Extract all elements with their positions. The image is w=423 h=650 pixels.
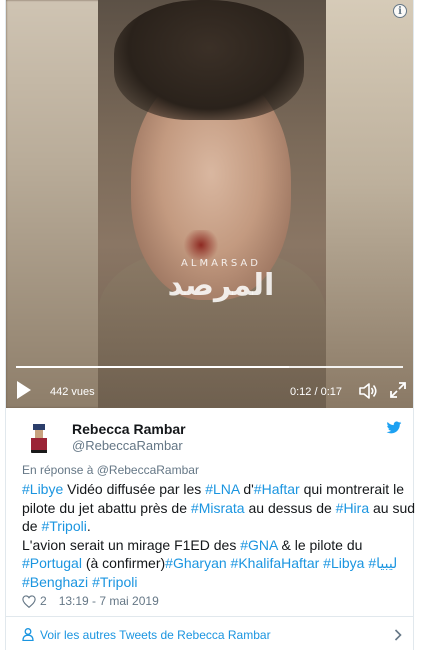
hashtag-link[interactable]: #Tripoli (41, 518, 86, 534)
tweet-text-fragment: & le pilote du (277, 536, 363, 553)
embedded-tweet-card: ALMARSAD المرصد i 442 vues 0:12 / 0:17 R… (5, 0, 415, 650)
hashtag-link[interactable]: #LNA (205, 481, 239, 497)
tweet-text-fragment: de (22, 518, 42, 534)
video-blur-right (318, 0, 413, 408)
tweet-text: #Libye Vidéo diffusée par les #LNA d'#Ha… (22, 480, 415, 592)
hashtag-link[interactable]: #Portugal (22, 555, 82, 571)
watermark-arabic: المرصد (167, 268, 275, 303)
video-progress-fill (16, 366, 290, 368)
hashtag-link[interactable]: #Tripoli (92, 574, 137, 590)
hashtag-link[interactable]: #Hira (336, 500, 369, 516)
more-tweets-label[interactable]: Voir les autres Tweets de Rebecca Rambar (40, 628, 271, 642)
tweet-text-fragment: . (86, 518, 91, 534)
video-subject-hair (114, 0, 304, 120)
video-time: 0:12 / 0:17 (290, 386, 342, 398)
tweet-meta: 2 13:19 - 7 mai 2019 (22, 594, 159, 608)
video-controls: 442 vues 0:12 / 0:17 (6, 374, 413, 408)
hashtag-link[interactable]: #KhalifaHaftar (231, 555, 320, 571)
tweet-text-fragment: Vidéo diffusée par les (63, 481, 206, 497)
tweet-text-fragment: qui montrerait le (299, 481, 404, 497)
tweet-text-fragment: au sud (369, 499, 416, 516)
video-player[interactable]: ALMARSAD المرصد i 442 vues 0:12 / 0:17 (6, 0, 413, 408)
tweet-timestamp[interactable]: 13:19 - 7 mai 2019 (59, 594, 159, 608)
hashtag-link[interactable]: #Benghazi (22, 574, 88, 590)
divider (6, 616, 413, 617)
twitter-bird-icon[interactable] (386, 421, 402, 435)
heart-icon[interactable] (22, 594, 36, 608)
video-blur-left (6, 0, 101, 408)
tweet-text-fragment: L'avion serait un mirage F1ED des (22, 536, 241, 553)
tweet-line: pilote du jet abattu près de #Misrata au… (22, 499, 415, 518)
tweet-line: L'avion serait un mirage F1ED des #GNA &… (22, 536, 397, 555)
author-handle[interactable]: @RebeccaRambar (72, 438, 183, 453)
hashtag-link[interactable]: #Misrata (191, 500, 245, 516)
hashtag-link[interactable]: #Haftar (254, 481, 300, 497)
chevron-right-icon[interactable] (394, 629, 402, 641)
tweet-line: de #Tripoli. (22, 517, 397, 536)
like-count[interactable]: 2 (40, 594, 47, 608)
tweet-author[interactable]: Rebecca Rambar @RebeccaRambar (22, 419, 402, 459)
tweet-text-fragment: d' (239, 481, 254, 497)
tweet-text-fragment: pilote du jet abattu près de (22, 499, 191, 516)
hashtag-link[interactable]: #GNA (240, 537, 277, 553)
hashtag-link[interactable]: #ليبيا (368, 555, 397, 571)
hashtag-link[interactable]: #Libye (22, 481, 63, 497)
reply-to[interactable]: En réponse à @RebeccaRambar (22, 463, 199, 477)
hashtag-link[interactable]: #Libya (323, 555, 364, 571)
tweet-line: #Portugal (à confirmer)#Gharyan #Khalifa… (22, 554, 397, 573)
volume-icon[interactable] (358, 381, 378, 401)
tweet-line: #Benghazi #Tripoli (22, 573, 397, 592)
video-progress-bar[interactable] (16, 366, 403, 368)
play-icon[interactable] (16, 380, 32, 400)
avatar[interactable] (22, 419, 58, 455)
hashtag-link[interactable]: #Gharyan (165, 555, 226, 571)
view-count: 442 vues (50, 386, 95, 398)
info-icon[interactable]: i (393, 4, 407, 18)
almarsad-watermark: ALMARSAD المرصد (166, 258, 276, 303)
more-tweets-link[interactable]: Voir les autres Tweets de Rebecca Rambar (22, 627, 402, 645)
fullscreen-icon[interactable] (390, 382, 406, 398)
author-name[interactable]: Rebecca Rambar (72, 421, 186, 437)
tweet-text-fragment: (à confirmer) (81, 555, 166, 571)
tweet-text-fragment: au dessus de (244, 499, 336, 516)
person-icon (22, 628, 34, 641)
tweet-line: #Libye Vidéo diffusée par les #LNA d'#Ha… (22, 480, 404, 499)
video-subject-injury (181, 230, 221, 260)
